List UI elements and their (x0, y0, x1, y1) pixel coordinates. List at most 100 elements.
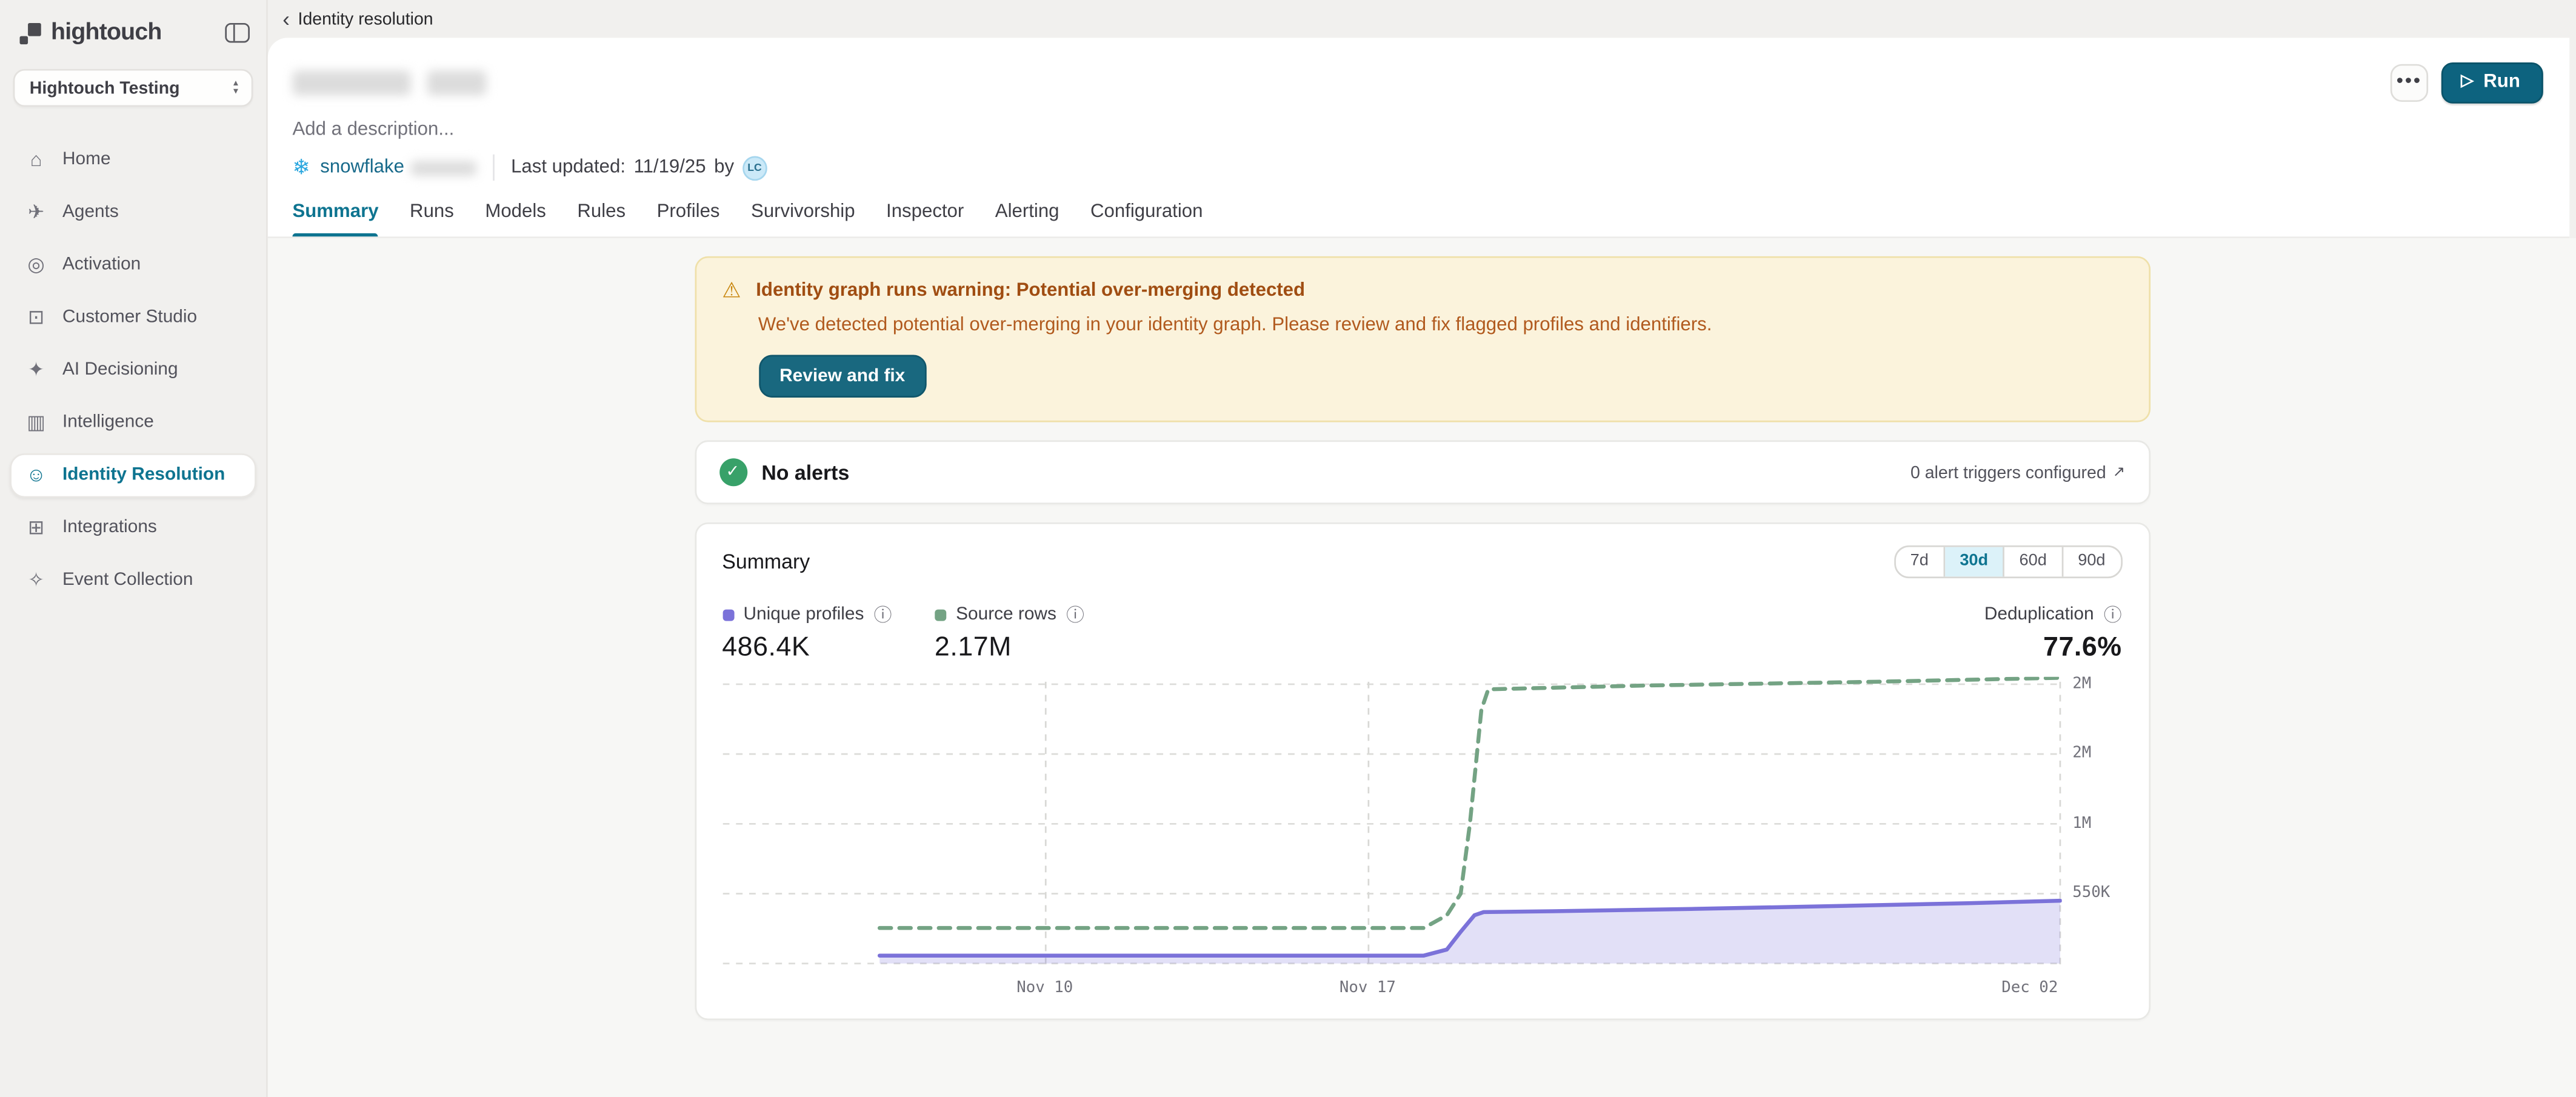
tab-models[interactable]: Models (485, 202, 546, 236)
review-and-fix-button[interactable]: Review and fix (758, 355, 927, 397)
home-icon: ⌂ (25, 148, 48, 171)
intelligence-icon: ▥ (25, 411, 48, 434)
app-root: hightouch Hightouch Testing ▲▼ ⌂ Home ✈ Age… (0, 0, 2576, 1097)
info-icon[interactable]: ⓘ (874, 601, 892, 627)
breadcrumb[interactable]: ‹ Identity resolution (282, 9, 433, 29)
tab-survivorship[interactable]: Survivorship (751, 202, 855, 236)
sidebar-item-label: Intelligence (62, 412, 154, 432)
tab-inspector[interactable]: Inspector (886, 202, 964, 236)
range-button-60d[interactable]: 60d (2004, 547, 2063, 577)
alert-triggers-text: 0 alert triggers configured (1910, 462, 2106, 482)
more-options-button[interactable]: ••• (2391, 64, 2428, 102)
avatar[interactable]: LC (742, 155, 767, 180)
chevron-up-down-icon: ▲▼ (232, 81, 239, 95)
x-tick-label: Nov 10 (1016, 979, 1073, 997)
run-button[interactable]: ▷ Run (2441, 62, 2543, 104)
sidebar-item-identity-resolution[interactable]: ☺ Identity Resolution (10, 453, 256, 497)
y-tick-label: 2M (2072, 675, 2091, 693)
warning-body: We've detected potential over-merging in… (758, 315, 2122, 335)
x-tick-label: Dec 02 (2001, 979, 2058, 997)
play-icon: ▷ (2461, 74, 2474, 90)
tab-alerting[interactable]: Alerting (995, 202, 1059, 236)
legend-swatch (935, 609, 946, 620)
activation-icon: ◎ (25, 253, 48, 276)
sidebar-item-label: AI Decisioning (62, 360, 178, 380)
sidebar-item-event-collection[interactable]: ✧ Event Collection (10, 558, 256, 602)
sidebar-item-label: Identity Resolution (62, 465, 225, 485)
sidebar-item-agents[interactable]: ✈ Agents (10, 190, 256, 234)
dedup-metric: Deduplication ⓘ 77.6% (1984, 601, 2122, 664)
sidebar-item-label: Event Collection (62, 570, 193, 590)
metric-source-rows: Source rows ⓘ 2.17M (935, 601, 1084, 664)
by-label: by (714, 158, 734, 178)
alerts-title: No alerts (761, 461, 849, 484)
sidebar-collapse-icon[interactable] (225, 23, 250, 43)
redacted-title (292, 71, 410, 96)
hightouch-logo-text: hightouch (51, 20, 162, 46)
redacted-title-2 (427, 71, 487, 96)
sidebar-item-label: Activation (62, 255, 141, 275)
topbar: ‹ Identity resolution (268, 0, 2576, 38)
x-tick-label: Nov 17 (1340, 979, 1396, 997)
info-icon[interactable]: ⓘ (1066, 601, 1084, 627)
range-button-7d[interactable]: 7d (1895, 547, 1945, 577)
description-placeholder[interactable]: Add a description... (268, 104, 2569, 140)
last-updated-date: 11/19/25 (634, 158, 706, 178)
sidebar-item-customer-studio[interactable]: ⊡Customer Studio (10, 295, 256, 339)
sidebar-item-home[interactable]: ⌂ Home (10, 137, 256, 181)
metric-label: Unique profiles (744, 604, 864, 624)
external-link-icon: ↗ (2113, 463, 2125, 481)
summary-chart-svg (722, 677, 2061, 973)
tab-summary[interactable]: Summary (292, 202, 378, 236)
y-axis-labels: 2M2M1M550K (2072, 677, 2135, 973)
sidebar-item-label: Customer Studio (62, 307, 197, 327)
range-button-90d[interactable]: 90d (2063, 547, 2120, 577)
date-range-control: 7d30d60d90d (1894, 545, 2122, 578)
summary-chart: 2M2M1M550K Nov 10Nov 17Dec 02 (722, 677, 2121, 1002)
tab-profiles[interactable]: Profiles (657, 202, 720, 236)
sidebar-item-label: Agents (62, 202, 119, 222)
sidebar-item-intelligence[interactable]: ▥ Intelligence (10, 400, 256, 444)
alert-triggers-link[interactable]: 0 alert triggers configured ↗ (1910, 462, 2125, 482)
content: ‹ Identity resolution ••• ▷ Run Add a de… (268, 0, 2576, 1097)
source-link[interactable]: snowflake (320, 158, 404, 178)
tab-runs[interactable]: Runs (410, 202, 454, 236)
summary-title: Summary (722, 550, 810, 573)
tab-configuration[interactable]: Configuration (1090, 202, 1203, 236)
metric-value: 2.17M (935, 633, 1084, 664)
workspace-selector[interactable]: Hightouch Testing ▲▼ (13, 69, 253, 107)
dedup-label: Deduplication (1984, 604, 2094, 624)
sidebar-item-ai-decisioning[interactable]: ✦ AI Decisioning (10, 347, 256, 392)
agents-icon: ✈ (25, 201, 48, 224)
identity-resolution-icon: ☺ (25, 463, 48, 486)
info-icon[interactable]: ⓘ (2104, 601, 2122, 627)
check-circle-icon: ✓ (719, 458, 747, 486)
metric-label: Source rows (956, 604, 1056, 624)
event-collection-icon: ✧ (25, 569, 48, 592)
run-button-label: Run (2483, 72, 2520, 92)
x-axis-labels: Nov 10 Nov 17 Dec 02 (722, 979, 2061, 1002)
tab-bar: Summary Runs Models Rules Profiles Survivorsh… (268, 181, 2569, 238)
warning-triangle-icon: ⚠ (722, 279, 741, 302)
snowflake-icon: ❄ (292, 155, 310, 181)
workspace-name: Hightouch Testing (30, 78, 180, 98)
sidebar-item-label: Home (62, 150, 111, 170)
header-card: ••• ▷ Run Add a description... ❄ snowfla… (268, 38, 2569, 238)
sidebar-item-integrations[interactable]: ⊞Integrations (10, 505, 256, 549)
hightouch-logo-icon (20, 22, 41, 44)
range-button-30d[interactable]: 30d (1945, 547, 2004, 577)
sidebar-nav: ⌂ Home ✈ Agents ◎ Activation ⊡Customer Studio ✦… (0, 133, 266, 607)
tab-rules[interactable]: Rules (577, 202, 626, 236)
ai-decisioning-icon: ✦ (25, 358, 48, 381)
redacted-source-detail (411, 160, 476, 175)
chevron-left-icon: ‹ (282, 11, 290, 27)
sidebar: hightouch Hightouch Testing ▲▼ ⌂ Home ✈ Age… (0, 0, 268, 1097)
summary-card: Summary 7d30d60d90d Unique profiles ⓘ 486.… (694, 522, 2150, 1020)
divider (493, 155, 495, 181)
dedup-value: 77.6% (1984, 633, 2122, 664)
y-tick-label: 550K (2072, 884, 2110, 902)
y-tick-label: 2M (2072, 744, 2091, 762)
sidebar-item-activation[interactable]: ◎ Activation (10, 242, 256, 287)
main-area: ⚠ Identity graph runs warning: Potential… (268, 238, 2576, 1097)
metric-value: 486.4K (722, 633, 892, 664)
